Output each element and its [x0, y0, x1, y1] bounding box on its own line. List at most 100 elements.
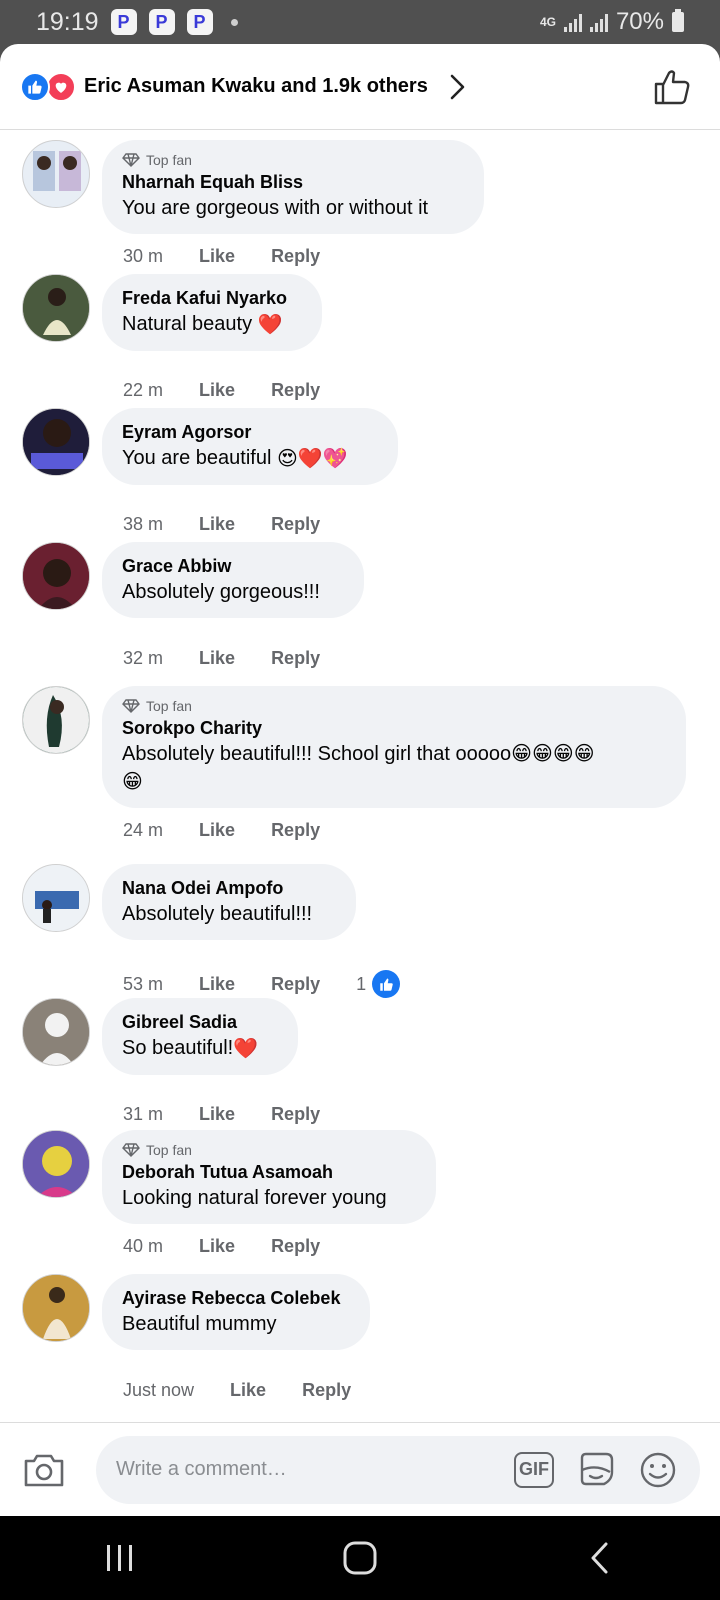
love-reaction-icon — [46, 71, 76, 102]
comment-author[interactable]: Deborah Tutua Asamoah — [122, 1160, 416, 1184]
comment-input[interactable] — [116, 1458, 494, 1481]
reply-button[interactable]: Reply — [271, 1104, 320, 1125]
comment-bubble[interactable]: Freda Kafui Nyarko Natural beauty ❤️ — [102, 274, 322, 351]
gif-button[interactable]: GIF — [512, 1448, 556, 1492]
back-button[interactable] — [560, 1528, 640, 1588]
home-icon — [343, 1541, 377, 1575]
comment-emoji: ❤️ — [233, 1037, 259, 1060]
battery-icon — [672, 9, 684, 32]
comment-text: Natural beauty — [122, 313, 253, 335]
avatar[interactable] — [22, 998, 90, 1066]
home-button[interactable] — [320, 1528, 400, 1588]
like-button[interactable]: Like — [199, 380, 235, 401]
like-reaction-icon — [20, 71, 50, 102]
top-fan-badge: Top fan — [146, 152, 192, 168]
like-button[interactable]: Like — [199, 1236, 235, 1257]
comment-input-box[interactable]: GIF — [96, 1435, 700, 1504]
comment-bubble[interactable]: Grace Abbiw Absolutely gorgeous!!! — [102, 542, 364, 618]
sticker-button[interactable] — [574, 1448, 618, 1492]
diamond-icon — [122, 153, 140, 167]
comment-author[interactable]: Freda Kafui Nyarko — [122, 286, 302, 310]
like-button[interactable]: Like — [230, 1380, 266, 1401]
like-button[interactable]: Like — [199, 648, 235, 669]
comment-bubble[interactable]: Top fan Sorokpo Charity Absolutely beaut… — [102, 686, 686, 808]
reaction-count-value: 1 — [356, 973, 367, 994]
comment-text: Looking natural forever young — [122, 1187, 387, 1209]
reply-button[interactable]: Reply — [271, 514, 320, 535]
avatar[interactable] — [22, 140, 90, 208]
recent-apps-button[interactable] — [80, 1528, 160, 1588]
like-button[interactable]: Like — [199, 820, 235, 841]
signal-icon — [563, 12, 582, 32]
comment-text-continued: 😁 — [122, 771, 143, 793]
avatar[interactable] — [22, 1130, 90, 1198]
comment-time: 31 m — [123, 1104, 164, 1124]
avatar[interactable] — [22, 408, 90, 476]
comment-author[interactable]: Gibreel Sadia — [122, 1010, 278, 1034]
comment-bubble[interactable]: Nana Odei Ampofo Absolutely beautiful!!! — [102, 864, 356, 940]
reply-button[interactable]: Reply — [271, 820, 320, 841]
comment-time: 22 m — [123, 380, 164, 400]
comment-bubble[interactable]: Top fan Deborah Tutua Asamoah Looking na… — [102, 1130, 436, 1224]
comment-bubble[interactable]: Top fan Nharnah Equah Bliss You are gorg… — [102, 140, 484, 234]
avatar[interactable] — [22, 686, 90, 754]
network-type-label: 4G — [539, 15, 556, 29]
status-bar: 19:19 P P P 4G 70% — [0, 0, 720, 44]
comment-actions: Just now Like Reply — [123, 1380, 351, 1401]
signal-icon — [589, 12, 608, 32]
comment-time: 30 m — [123, 246, 164, 266]
reactors-label: Eric Asuman Kwaku and 1.9k others — [84, 75, 428, 97]
status-time: 19:19 — [36, 7, 99, 36]
avatar[interactable] — [22, 274, 90, 342]
more-notifications-dot — [230, 18, 238, 26]
diamond-icon — [122, 1143, 140, 1157]
comment-author[interactable]: Nharnah Equah Bliss — [122, 170, 464, 194]
camera-button[interactable] — [20, 1446, 68, 1494]
comment-text: You are gorgeous with or without it — [122, 197, 429, 219]
like-button[interactable]: Like — [199, 514, 235, 535]
reply-button[interactable]: Reply — [271, 1236, 320, 1257]
comment-text: You are beautiful — [122, 447, 272, 469]
comment-author[interactable]: Grace Abbiw — [122, 554, 344, 578]
reaction-count[interactable]: 1 — [356, 970, 401, 998]
comment-author[interactable]: Ayirase Rebecca Colebek — [122, 1286, 350, 1310]
comment-author[interactable]: Sorokpo Charity — [122, 716, 666, 740]
like-button[interactable]: Like — [199, 974, 235, 995]
reply-button[interactable]: Reply — [302, 1380, 351, 1401]
avatar[interactable] — [22, 864, 90, 932]
like-button[interactable]: Like — [199, 246, 235, 267]
avatar[interactable] — [22, 1274, 90, 1342]
battery-percent: 70% — [615, 8, 664, 35]
comment-time: 53 m — [123, 973, 164, 994]
comment-time: 40 m — [123, 1236, 164, 1256]
comment-actions: 30 m Like Reply — [123, 246, 320, 267]
reply-button[interactable]: Reply — [271, 380, 320, 401]
comment-text: So beautiful! — [122, 1037, 234, 1059]
comment-actions: 22 m Like Reply — [123, 380, 320, 401]
top-fan-badge: Top fan — [146, 1142, 192, 1158]
reply-button[interactable]: Reply — [271, 246, 320, 267]
comment-author[interactable]: Eyram Agorsor — [122, 420, 378, 444]
comment-actions: 38 m Like Reply — [123, 514, 320, 535]
comment-text: Beautiful mummy — [122, 1313, 277, 1335]
comment-time: 24 m — [123, 820, 164, 840]
comment-bubble[interactable]: Eyram Agorsor You are beautiful 😍❤️💖 — [102, 408, 398, 485]
like-button[interactable]: Like — [199, 1104, 235, 1125]
comment-bubble[interactable]: Ayirase Rebecca Colebek Beautiful mummy — [102, 1274, 370, 1350]
reply-button[interactable]: Reply — [271, 974, 320, 995]
reactions-summary[interactable]: Eric Asuman Kwaku and 1.9k others — [0, 44, 720, 130]
comment-time: 38 m — [123, 514, 164, 534]
comment-emoji: ❤️ — [257, 313, 283, 336]
comment-actions: 24 m Like Reply — [123, 820, 320, 841]
comment-author[interactable]: Nana Odei Ampofo — [122, 876, 336, 900]
top-fan-badge: Top fan — [146, 698, 192, 714]
reply-button[interactable]: Reply — [271, 648, 320, 669]
comment-composer: GIF — [0, 1422, 720, 1516]
like-post-button[interactable] — [652, 67, 692, 107]
comment-bubble[interactable]: Gibreel Sadia So beautiful!❤️ — [102, 998, 298, 1075]
comment-time: Just now — [123, 1380, 195, 1400]
avatar[interactable] — [22, 542, 90, 610]
chevron-right-icon — [450, 74, 465, 99]
emoji-button[interactable] — [636, 1448, 680, 1492]
comments-sheet: Eric Asuman Kwaku and 1.9k others Top fa… — [0, 44, 720, 1516]
